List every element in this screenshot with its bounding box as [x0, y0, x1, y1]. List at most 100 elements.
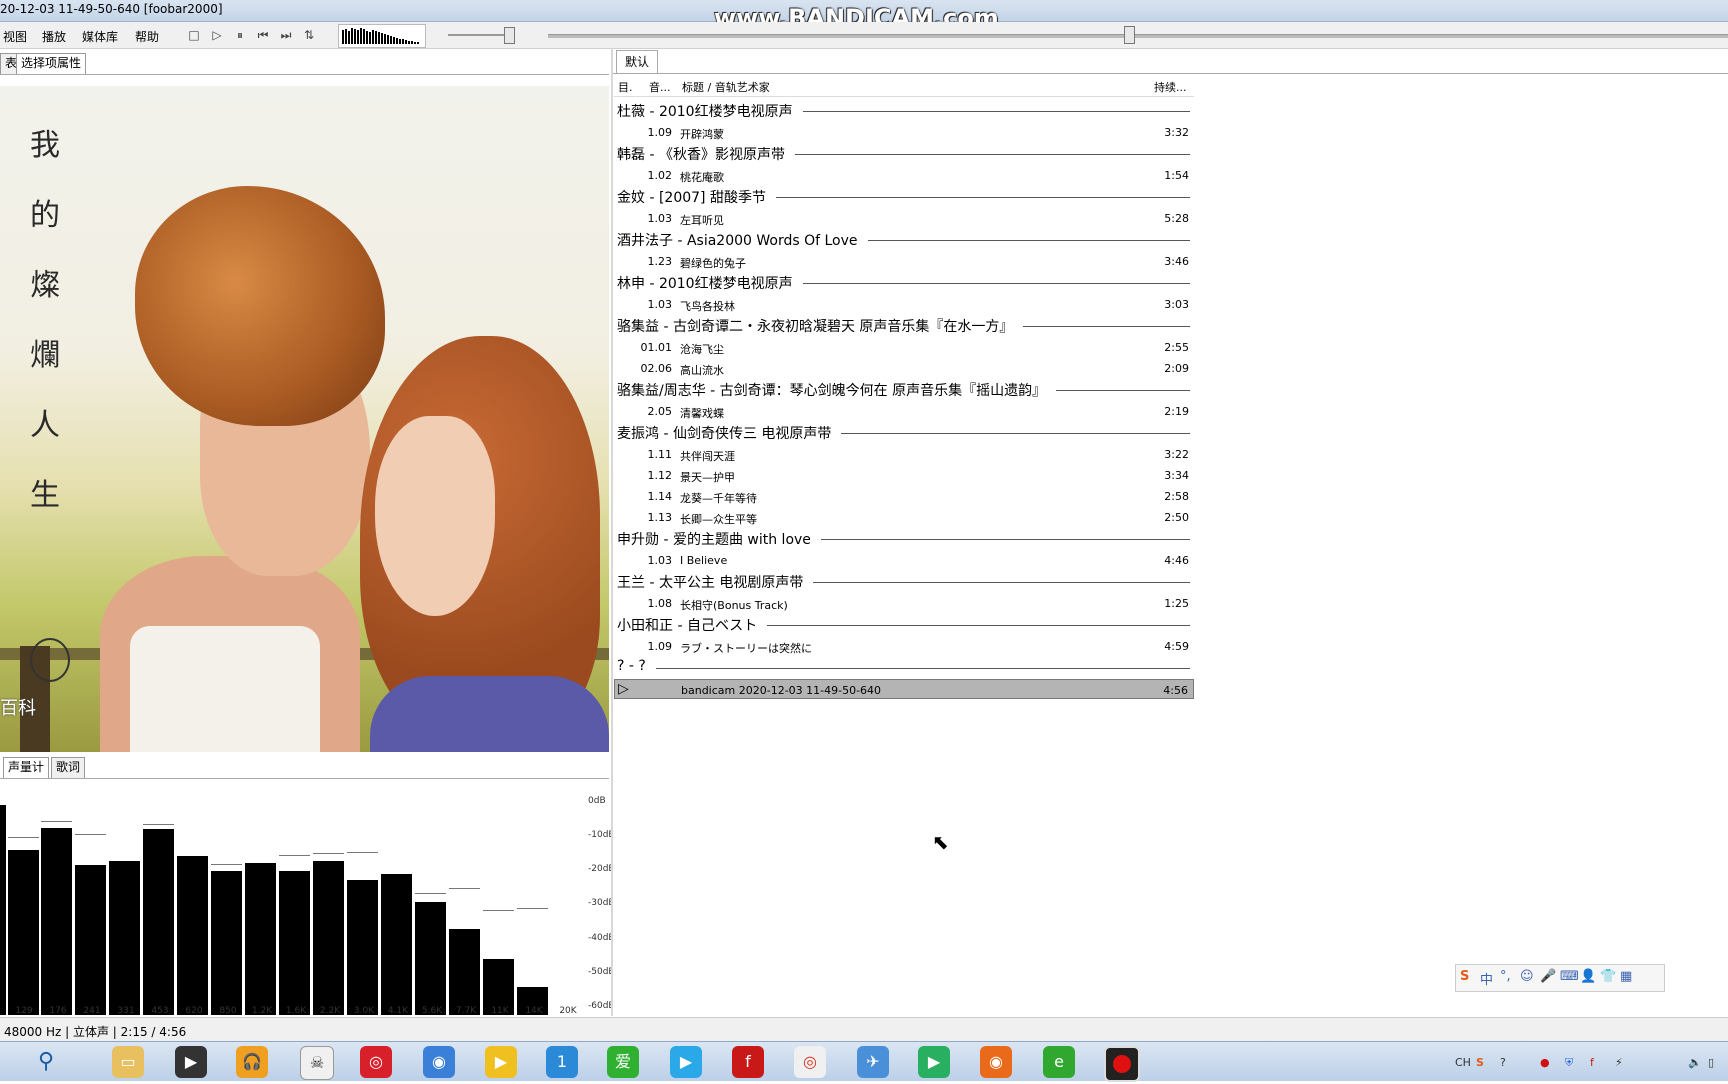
group-header[interactable]: ? - ? — [617, 658, 646, 678]
group-header[interactable]: 骆集益/周志华 - 古剑奇谭：琴心剑魄今何在 原声音乐集『摇山遗韵』 — [617, 380, 1046, 400]
flash-tray-icon[interactable]: f — [1590, 1056, 1594, 1069]
media-player-321-icon[interactable]: ▶ — [175, 1046, 207, 1078]
art-title-char: 生 — [30, 478, 60, 513]
track-row[interactable]: 1.03 左耳听见 5:28 — [614, 208, 1194, 228]
menu-library[interactable]: 媒体库 — [82, 28, 118, 45]
language-indicator[interactable]: CH — [1455, 1056, 1471, 1069]
visualizer-bar — [396, 38, 398, 44]
track-row-playing[interactable]: ▷ bandicam 2020-12-03 11-49-50-640 4:56 — [614, 679, 1194, 699]
sogou-tray-icon[interactable]: S — [1476, 1056, 1484, 1069]
foobar-icon[interactable]: ☠ — [300, 1046, 334, 1080]
column-index[interactable]: 目. — [618, 79, 633, 95]
flash-icon[interactable]: f — [732, 1046, 764, 1078]
column-duration[interactable]: 持续... — [1154, 79, 1187, 95]
art-title-char: 的 — [30, 198, 60, 233]
iqiyi-icon[interactable]: 爱 — [607, 1046, 639, 1078]
track-row[interactable]: 1.02 桃花庵歌 1:54 — [614, 165, 1194, 185]
track-row[interactable]: 1.09 ラブ・ストーリーは突然に 4:59 — [614, 636, 1194, 656]
microphone-icon[interactable]: 🎤 — [1540, 969, 1556, 984]
bandicam-icon[interactable] — [1104, 1046, 1140, 1082]
internet-icon[interactable]: e — [1043, 1046, 1075, 1078]
visualizer-bar — [399, 39, 401, 44]
track-row[interactable]: 1.14 龙葵—千年等待 2:58 — [614, 486, 1194, 506]
seek-bar[interactable] — [548, 34, 1728, 38]
emoji-icon[interactable]: ☺ — [1520, 969, 1534, 984]
girl-face — [375, 416, 495, 616]
track-row[interactable]: 1.03 I Believe 4:46 — [614, 550, 1194, 570]
ime-punctuation[interactable]: °, — [1500, 969, 1511, 984]
group-header[interactable]: 杜薇 - 2010红楼梦电视原声 — [617, 101, 793, 121]
menu-playback[interactable]: 播放 — [42, 28, 66, 45]
skin-icon[interactable]: 👕 — [1600, 969, 1616, 984]
file-explorer-icon[interactable]: ▭ — [112, 1046, 144, 1078]
play-button[interactable]: ▷ — [210, 28, 224, 42]
record-tray-icon[interactable]: ● — [1540, 1056, 1550, 1069]
tab-lyrics[interactable]: 歌词 — [51, 757, 86, 778]
user-icon[interactable]: 👤 — [1580, 969, 1596, 984]
app-1-icon[interactable]: 1 — [546, 1046, 578, 1078]
stop-button[interactable]: □ — [187, 28, 201, 42]
track-row[interactable]: 02.06 高山流水 2:09 — [614, 358, 1194, 378]
group-header[interactable]: 申升勋 - 爱的主题曲 with love — [617, 529, 811, 549]
youku-icon[interactable]: ▶ — [670, 1046, 702, 1078]
bird-app-icon[interactable]: ✈ — [857, 1046, 889, 1078]
group-header[interactable]: 金妏 - [2007] 甜酸季节 — [617, 187, 766, 207]
firefox-icon[interactable]: ◉ — [980, 1046, 1012, 1078]
tab-playlist-default[interactable]: 默认 — [616, 50, 659, 73]
girl-shirt — [370, 676, 609, 752]
speaker-icon[interactable]: 🔈 — [1688, 1056, 1702, 1069]
group-header[interactable]: 麦振鸿 - 仙剑奇侠传三 电视原声带 — [617, 423, 831, 443]
sogou-logo-icon[interactable]: S — [1460, 969, 1469, 984]
group-header[interactable]: 王兰 - 太平公主 电视剧原声带 — [617, 572, 803, 592]
freq-label: 2.2K — [319, 1006, 341, 1016]
random-button[interactable]: ⇅ — [302, 28, 316, 42]
show-desktop-icon[interactable]: ▯ — [1708, 1056, 1714, 1069]
group-header[interactable]: 酒井法子 - Asia2000 Words Of Love — [617, 230, 858, 250]
track-row[interactable]: 1.11 共伴闯天涯 3:22 — [614, 444, 1194, 464]
track-row[interactable]: 1.03 飞鸟各投林 3:03 — [614, 294, 1194, 314]
freq-label: 5.6K — [421, 1006, 443, 1016]
menu-view[interactable]: 视图 — [3, 28, 27, 45]
track-row[interactable]: 1.12 景天—护甲 3:34 — [614, 465, 1194, 485]
keyboard-icon[interactable]: ⌨ — [1560, 969, 1579, 984]
group-header[interactable]: 韩磊 - 《秋香》影视原声带 — [617, 144, 785, 164]
next-button[interactable]: ⏭ — [279, 28, 293, 42]
track-title: 桃花庵歌 — [680, 171, 724, 184]
potplayer-icon[interactable]: ▶ — [485, 1046, 517, 1078]
ime-mode-chinese[interactable]: 中 — [1480, 969, 1493, 988]
tab-volume-meter[interactable]: 声量计 — [3, 757, 50, 778]
shield-icon[interactable]: ⛨ — [1565, 1056, 1573, 1070]
track-row[interactable]: 1.13 长卿—众生平等 2:50 — [614, 507, 1194, 527]
track-row[interactable]: 1.23 碧绿色的兔子 3:46 — [614, 251, 1194, 271]
group-header[interactable]: 骆集益 - 古剑奇谭二・永夜初晗凝碧天 原声音乐集『在水一方』 — [617, 316, 1013, 336]
status-bar: 48000 Hz | 立体声 | 2:15 / 4:56 — [0, 1017, 1728, 1042]
play-app-icon[interactable]: ▶ — [918, 1046, 950, 1078]
track-row[interactable]: 01.01 沧海飞尘 2:55 — [614, 337, 1194, 357]
grid-icon[interactable]: ▦ — [1620, 969, 1632, 984]
ime-toolbar[interactable]: S 中 °, ☺ 🎤 ⌨ 👤 👕 ▦ — [1455, 964, 1665, 992]
seek-knob[interactable] — [1124, 26, 1135, 44]
group-header[interactable]: 小田和正 - 自己ベスト — [617, 615, 757, 635]
track-row[interactable]: 1.08 长相守(Bonus Track) 1:25 — [614, 593, 1194, 613]
tab-properties[interactable]: 选择项属性 — [16, 53, 87, 74]
freq-label: 3.0K — [353, 1006, 375, 1016]
search-icon[interactable]: ⚲ — [30, 1046, 62, 1078]
pause-button[interactable]: ⏸ — [233, 28, 247, 42]
help-icon[interactable]: ? — [1500, 1056, 1506, 1069]
browser-360-icon[interactable]: ◉ — [423, 1046, 455, 1078]
menu-help[interactable]: 帮助 — [135, 28, 159, 45]
previous-button[interactable]: ⏮ — [256, 28, 270, 42]
network-icon[interactable]: ⚡ — [1615, 1056, 1623, 1069]
headphones-icon[interactable]: 🎧 — [236, 1046, 268, 1078]
volume-knob[interactable] — [504, 27, 515, 44]
chrome-icon[interactable]: ◎ — [794, 1046, 826, 1078]
column-track-number[interactable]: 音... — [649, 79, 671, 95]
track-row[interactable]: 1.09 开辟鸿蒙 3:32 — [614, 122, 1194, 142]
column-title-artist[interactable]: 标题 / 音轨艺术家 — [682, 79, 770, 95]
track-duration: 2:09 — [1164, 362, 1189, 375]
track-row[interactable]: 2.05 清馨戏蝶 2:19 — [614, 401, 1194, 421]
visualizer-bar — [417, 42, 419, 44]
group-header[interactable]: 林申 - 2010红楼梦电视原声 — [617, 273, 793, 293]
netease-music-icon[interactable]: ◎ — [360, 1046, 392, 1078]
volume-slider[interactable] — [448, 34, 512, 36]
